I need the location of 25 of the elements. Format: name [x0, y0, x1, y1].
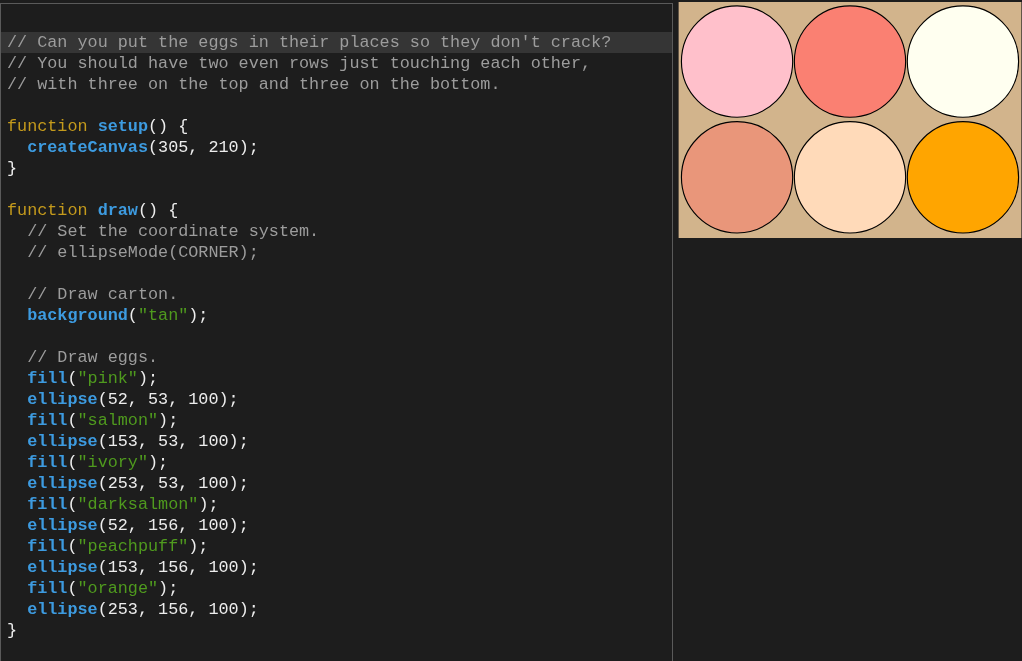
- code-line: fill("salmon");: [26, 410, 180, 431]
- code-line: // Set the coordinate system.: [26, 221, 321, 242]
- code-line: function draw() {: [6, 200, 180, 221]
- code-line: ellipse(153, 156, 100);: [26, 557, 260, 578]
- code-line: ellipse(253, 156, 100);: [26, 599, 260, 620]
- code-line: ellipse(153, 53, 100);: [26, 431, 250, 452]
- code-line: fill("darksalmon");: [26, 494, 220, 515]
- code-line: ellipse(52, 53, 100);: [26, 389, 240, 410]
- code-line: // ellipseMode(CORNER);: [26, 242, 260, 263]
- code-line: fill("ivory");: [26, 452, 170, 473]
- code-editor[interactable]: [0, 3, 673, 661]
- code-line: fill("peachpuff");: [26, 536, 210, 557]
- code-line: fill("pink");: [26, 368, 160, 389]
- code-line: background("tan");: [26, 305, 210, 326]
- code-line: ellipse(52, 156, 100);: [26, 515, 250, 536]
- code-line: // Draw eggs.: [26, 347, 160, 368]
- code-line: // Draw carton.: [26, 284, 180, 305]
- code-line: }: [6, 620, 19, 641]
- code-line: }: [6, 158, 19, 179]
- code-line: ellipse(253, 53, 100);: [26, 473, 250, 494]
- code-line: function setup() {: [6, 116, 190, 137]
- code-line: // You should have two even rows just touching each other,: [6, 53, 593, 74]
- code-line: createCanvas(305, 210);: [26, 137, 260, 158]
- code-line: fill("orange");: [26, 578, 180, 599]
- code-line: // with three on the top and three on the bottom.: [6, 74, 502, 95]
